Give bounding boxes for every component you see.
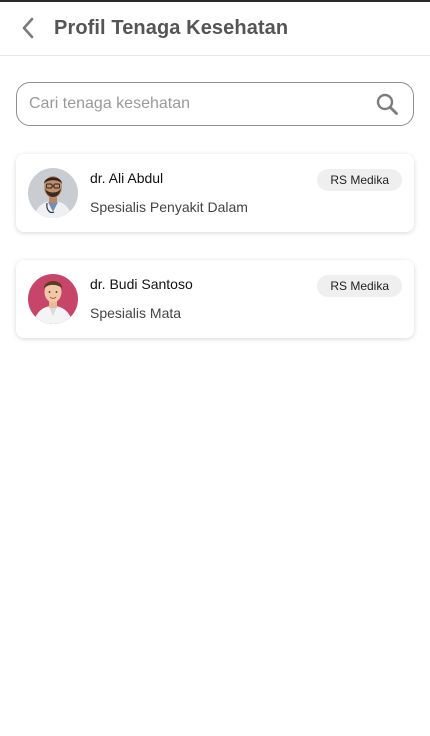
doctor-specialty: Spesialis Penyakit Dalam xyxy=(90,199,248,215)
back-button[interactable] xyxy=(14,14,42,42)
chevron-left-icon xyxy=(22,17,34,39)
app-header: Profil Tenaga Kesehatan xyxy=(0,2,430,56)
hospital-badge: RS Medika xyxy=(317,275,402,297)
search-icon[interactable] xyxy=(375,92,399,116)
doctor-specialty: Spesialis Mata xyxy=(90,305,182,321)
doctor-card[interactable]: dr. Ali Abdul Spesialis Penyakit Dalam R… xyxy=(16,154,414,232)
doctor-name: dr. Budi Santoso xyxy=(90,276,193,292)
doctor-name: dr. Ali Abdul xyxy=(90,170,164,186)
doctor-card[interactable]: dr. Budi Santoso Spesialis Mata RS Medik… xyxy=(16,260,414,338)
avatar xyxy=(28,274,78,324)
search-box[interactable] xyxy=(16,82,414,126)
search-input[interactable] xyxy=(29,83,369,125)
hospital-badge: RS Medika xyxy=(317,169,402,191)
avatar xyxy=(28,168,78,218)
page-title: Profil Tenaga Kesehatan xyxy=(54,17,289,39)
